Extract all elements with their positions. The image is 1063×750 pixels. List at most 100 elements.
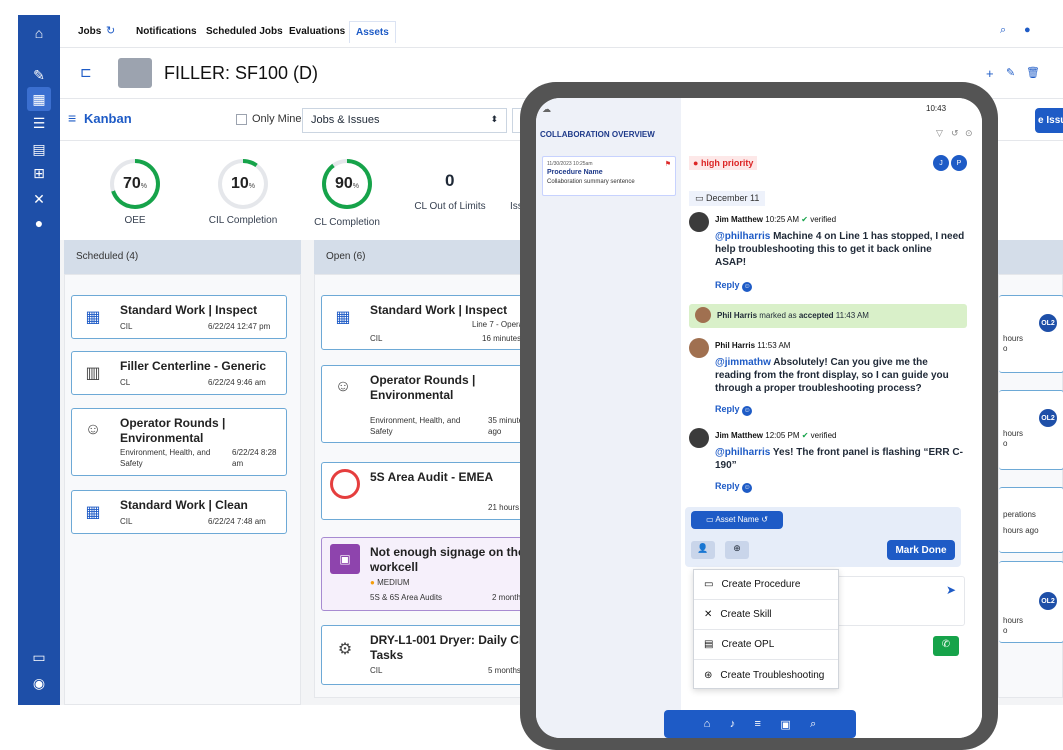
asset-name-label: Asset Name bbox=[715, 515, 759, 524]
asset-name-chip[interactable]: ▭ Asset Name ↺ bbox=[691, 511, 783, 529]
tools-icon[interactable]: ✕ bbox=[27, 187, 51, 211]
sliders-icon[interactable]: ☰ bbox=[27, 111, 51, 135]
card-title: Environmental bbox=[370, 388, 454, 402]
reaction-icon[interactable]: ☺ bbox=[742, 281, 753, 292]
calendar-icon: ▭ bbox=[695, 193, 704, 203]
reaction-icon[interactable]: ☺ bbox=[742, 405, 753, 416]
hierarchy-icon[interactable]: ⊏ bbox=[80, 64, 92, 81]
edit-icon[interactable]: ✎ bbox=[1006, 66, 1015, 79]
reply-label: Reply bbox=[715, 404, 740, 414]
card-time: hours ago bbox=[1003, 526, 1039, 535]
kanban-card[interactable]: ▦ Standard Work | Inspect Line 7 - Opera… bbox=[321, 295, 541, 350]
tab-scheduled-jobs[interactable]: Scheduled Jobs bbox=[206, 26, 283, 37]
tab-evaluations[interactable]: Evaluations bbox=[289, 26, 345, 37]
calendar-icon[interactable]: ▭ bbox=[27, 645, 51, 669]
document-icon[interactable]: ▤ bbox=[27, 137, 51, 161]
third-column-header bbox=[998, 240, 1063, 274]
card-title: DRY-L1-001 Dryer: Daily CIL bbox=[370, 633, 530, 647]
add-user-button[interactable]: 👤 bbox=[691, 541, 715, 559]
kanban-card[interactable]: ☺ Operator Rounds | Environmental Enviro… bbox=[71, 408, 287, 476]
card-type: CIL bbox=[120, 517, 133, 526]
filter-icon[interactable]: ▽ bbox=[936, 128, 943, 139]
calendar-icon: ▦ bbox=[335, 309, 351, 326]
verified-icon: ✔ bbox=[801, 215, 808, 224]
only-mine-checkbox[interactable] bbox=[236, 113, 247, 125]
add-icon[interactable]: + bbox=[986, 66, 994, 81]
collab-preview-card[interactable]: 11/30/2023 10:25am Procedure Name Collab… bbox=[542, 156, 676, 196]
third-column: OL2 hours o OL2 hours o perations hours … bbox=[998, 274, 1063, 698]
cil-value: 10 bbox=[230, 175, 249, 192]
message-time: 10:25 AM bbox=[765, 215, 800, 224]
call-button[interactable]: ✆ bbox=[933, 636, 959, 656]
kanban-card[interactable]: perations hours ago bbox=[999, 487, 1063, 553]
kanban-card[interactable]: ⚙ DRY-L1-001 Dryer: Daily CIL Tasks CIL … bbox=[321, 625, 541, 685]
reply-button[interactable]: Reply ☺ bbox=[715, 404, 753, 416]
card-type: Safety bbox=[370, 427, 393, 436]
card-date: 6/22/24 7:48 am bbox=[208, 517, 266, 526]
avatar bbox=[689, 338, 709, 358]
home-icon[interactable]: ⌂ bbox=[27, 21, 51, 45]
priority-text: high priority bbox=[700, 158, 754, 168]
kanban-card[interactable]: ▥ Filler Centerline - Generic CL 6/22/24… bbox=[71, 351, 287, 395]
reply-button[interactable]: Reply ☺ bbox=[715, 481, 753, 493]
tab-jobs[interactable]: Jobs bbox=[78, 26, 101, 37]
trash-icon[interactable]: 🗑 bbox=[1026, 66, 1040, 79]
menu-item-create-procedure[interactable]: ▭ Create Procedure bbox=[694, 570, 838, 600]
tab-notifications[interactable]: Notifications bbox=[136, 26, 197, 37]
reaction-icon[interactable]: ☺ bbox=[742, 482, 753, 493]
menu-icon[interactable]: ≡ bbox=[68, 110, 76, 126]
bell-icon[interactable]: ♪ bbox=[730, 718, 736, 730]
org-chart-icon[interactable]: ⊞ bbox=[27, 161, 51, 185]
more-icon[interactable]: ● bbox=[27, 211, 51, 235]
avatar-j[interactable]: J bbox=[933, 155, 949, 171]
kanban-card[interactable]: ☺ Operator Rounds | Environmental Enviro… bbox=[321, 365, 541, 443]
card-date: am bbox=[232, 459, 244, 468]
history-icon[interactable]: ↺ bbox=[951, 128, 959, 139]
ol2-badge: OL2 bbox=[1039, 592, 1057, 610]
card-time: o bbox=[1003, 439, 1008, 448]
search-icon[interactable]: ⌕ bbox=[810, 718, 816, 731]
kanban-card[interactable]: ▦ Standard Work | Clean CIL 6/22/24 7:48… bbox=[71, 490, 287, 534]
user-icon[interactable]: ◉ bbox=[27, 671, 51, 695]
chat-icon[interactable]: ▣ bbox=[780, 718, 790, 731]
date-divider: ▭ December 11 bbox=[689, 191, 766, 206]
filter-select[interactable]: Jobs & Issues ⬍ bbox=[302, 108, 507, 133]
search-icon[interactable]: ⌕ bbox=[1000, 24, 1006, 37]
avatar-p[interactable]: P bbox=[951, 155, 967, 171]
cl-unit: % bbox=[352, 182, 360, 190]
oee-gauge: 70% bbox=[110, 159, 160, 209]
card-type: CIL bbox=[370, 334, 383, 343]
scheduled-column-header: Scheduled (4) bbox=[64, 240, 301, 274]
mark-done-button[interactable]: Mark Done bbox=[887, 540, 955, 560]
mention[interactable]: @jimmathw bbox=[715, 357, 771, 368]
refresh-icon[interactable]: ↻ bbox=[106, 24, 115, 37]
add-more-button[interactable]: ⊕ bbox=[725, 541, 749, 559]
home-icon[interactable]: ⌂ bbox=[704, 718, 711, 730]
gears-icon: ⚙ bbox=[337, 641, 353, 658]
grid-icon[interactable]: ▦ bbox=[27, 87, 51, 111]
card-time: o bbox=[1003, 344, 1008, 353]
kanban-card[interactable]: OL2 hours o bbox=[999, 390, 1063, 470]
reply-button[interactable]: Reply ☺ bbox=[715, 280, 753, 292]
tab-assets[interactable]: Assets bbox=[349, 21, 396, 43]
only-mine-toggle[interactable]: Only Mine bbox=[236, 113, 302, 125]
mention[interactable]: @philharris bbox=[715, 231, 770, 242]
settings-icon[interactable]: ⊙ bbox=[965, 128, 973, 139]
menu-item-create-troubleshooting[interactable]: ⊛ Create Troubleshooting bbox=[694, 660, 838, 690]
kanban-card[interactable]: OL2 hours o bbox=[999, 561, 1063, 643]
mention[interactable]: @philharris bbox=[715, 447, 770, 458]
create-issue-button[interactable]: e Issue bbox=[1035, 108, 1063, 133]
pencil-icon[interactable]: ✎ bbox=[27, 63, 51, 87]
kanban-card[interactable]: ▦ Standard Work | Inspect CIL 6/22/24 12… bbox=[71, 295, 287, 339]
kanban-card[interactable]: 5S Area Audit - EMEA 21 hours bbox=[321, 462, 541, 520]
verified-label: verified bbox=[810, 215, 837, 224]
menu-item-create-opl[interactable]: ▤ Create OPL bbox=[694, 630, 838, 660]
kanban-card[interactable]: ▣ Not enough signage on the workcell ● M… bbox=[321, 537, 541, 611]
kanban-card[interactable]: OL2 hours o bbox=[999, 295, 1063, 373]
open-column-header: Open (6) bbox=[314, 240, 544, 274]
send-icon[interactable]: ➤ bbox=[946, 583, 956, 597]
help-icon[interactable]: ● bbox=[1024, 24, 1031, 36]
accepted-banner: Phil Harris marked as accepted 11:43 AM bbox=[689, 304, 967, 328]
menu-item-create-skill[interactable]: ✕ Create Skill bbox=[694, 600, 838, 630]
list-icon[interactable]: ≡ bbox=[755, 718, 761, 730]
